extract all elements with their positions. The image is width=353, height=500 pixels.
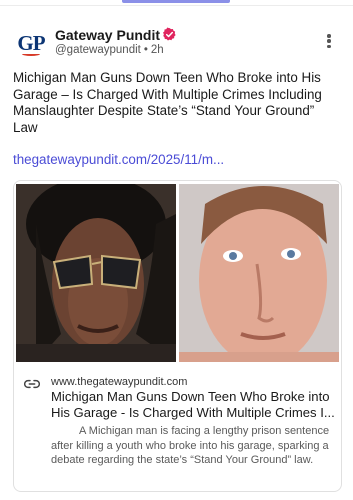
link-icon — [24, 379, 40, 389]
card-domain: www.thegatewaypundit.com — [51, 376, 188, 388]
avatar-swoosh-icon — [22, 52, 40, 56]
more-vertical-icon[interactable] — [321, 32, 337, 50]
post-time: 2h — [150, 44, 164, 56]
post-link[interactable]: thegatewaypundit.com/2025/11/m... — [13, 152, 224, 167]
separator-dot: • — [143, 44, 148, 56]
post-header: GP Gateway Pundit @gatewaypundit • 2h — [14, 26, 344, 60]
link-preview-card[interactable]: www.thegatewaypundit.com Michigan Man Gu… — [13, 180, 342, 492]
active-tab-indicator — [122, 0, 230, 3]
handle-line: @gatewaypundit • 2h — [55, 44, 164, 56]
top-divider — [0, 5, 353, 6]
suspect-mugshot — [179, 184, 339, 362]
card-title[interactable]: Michigan Man Guns Down Teen Who Broke in… — [51, 389, 339, 421]
avatar[interactable]: GP — [14, 26, 48, 60]
author-name[interactable]: Gateway Pundit — [55, 27, 160, 43]
verified-badge-icon — [163, 27, 176, 41]
card-description: A Michigan man is facing a lengthy priso… — [51, 425, 330, 467]
author-handle[interactable]: @gatewaypundit — [55, 44, 141, 56]
teen-photo — [16, 184, 176, 362]
post-text: Michigan Man Guns Down Teen Who Broke in… — [13, 70, 322, 135]
